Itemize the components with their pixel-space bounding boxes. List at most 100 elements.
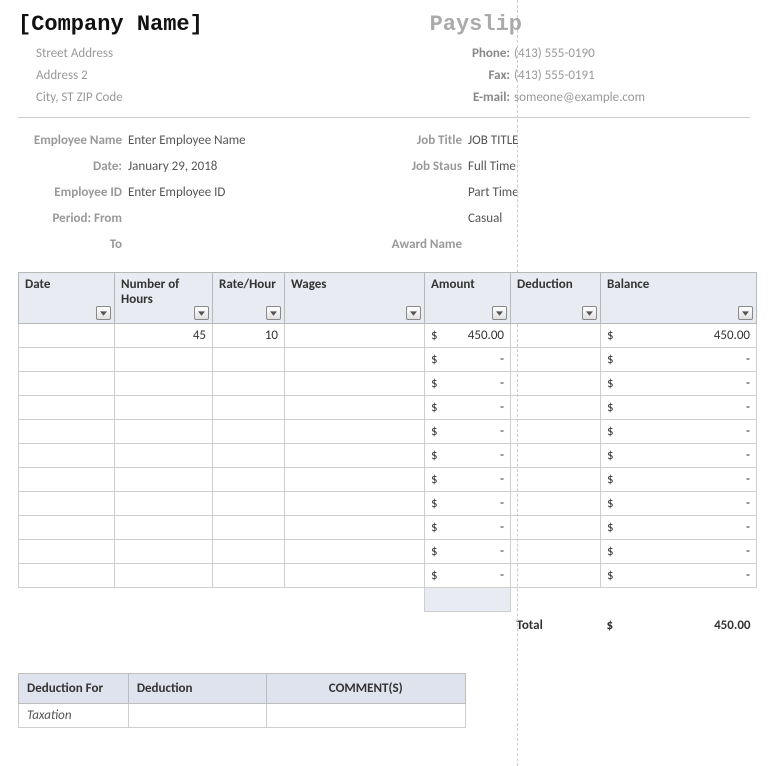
filter-icon[interactable]	[738, 306, 753, 320]
table-cell[interactable]: $-	[425, 516, 511, 540]
table-cell[interactable]: $-	[425, 540, 511, 564]
table-cell[interactable]	[285, 564, 425, 588]
table-cell[interactable]	[511, 516, 601, 540]
employee-section: Employee Name Enter Employee Name Job Ti…	[18, 128, 750, 258]
table-cell[interactable]: 45	[115, 324, 213, 348]
filter-icon[interactable]	[492, 306, 507, 320]
table-cell[interactable]	[115, 516, 213, 540]
table-cell[interactable]	[511, 492, 601, 516]
col-date[interactable]: Date	[19, 273, 115, 324]
table-cell[interactable]	[511, 348, 601, 372]
table-cell[interactable]	[19, 420, 115, 444]
table-cell[interactable]: $-	[425, 396, 511, 420]
table-row: $- $-	[19, 468, 757, 492]
table-cell[interactable]	[213, 396, 285, 420]
filter-icon[interactable]	[406, 306, 421, 320]
table-cell[interactable]: $-	[601, 348, 757, 372]
table-cell[interactable]: $-	[425, 492, 511, 516]
table-cell[interactable]: $-	[425, 348, 511, 372]
table-cell[interactable]	[511, 324, 601, 348]
table-cell[interactable]	[19, 540, 115, 564]
col-rate[interactable]: Rate/Hour	[213, 273, 285, 324]
table-cell[interactable]	[115, 420, 213, 444]
table-cell[interactable]	[115, 372, 213, 396]
table-cell[interactable]	[213, 420, 285, 444]
table-cell[interactable]	[285, 444, 425, 468]
table-cell[interactable]	[285, 348, 425, 372]
table-cell[interactable]: $-	[425, 420, 511, 444]
table-cell[interactable]: $-	[601, 420, 757, 444]
table-cell[interactable]	[285, 396, 425, 420]
table-cell[interactable]	[213, 492, 285, 516]
ded-row-comment	[266, 703, 466, 727]
email-label: E-mail:	[388, 87, 514, 109]
table-cell[interactable]	[285, 492, 425, 516]
table-cell[interactable]: $-	[601, 396, 757, 420]
table-cell[interactable]	[115, 540, 213, 564]
table-cell[interactable]	[213, 372, 285, 396]
table-cell[interactable]	[19, 492, 115, 516]
table-cell[interactable]: $450.00	[601, 324, 757, 348]
table-cell[interactable]: $-	[601, 540, 757, 564]
table-cell[interactable]	[511, 396, 601, 420]
table-cell[interactable]	[511, 468, 601, 492]
table-cell[interactable]: $-	[601, 492, 757, 516]
table-cell[interactable]	[213, 540, 285, 564]
table-cell[interactable]: $-	[425, 372, 511, 396]
table-cell[interactable]	[213, 444, 285, 468]
table-cell[interactable]	[285, 324, 425, 348]
col-wages[interactable]: Wages	[285, 273, 425, 324]
table-cell[interactable]: $-	[425, 564, 511, 588]
table-cell[interactable]	[511, 540, 601, 564]
ded-col-for: Deduction For	[19, 673, 129, 703]
table-cell[interactable]: $450.00	[425, 324, 511, 348]
table-cell[interactable]	[115, 492, 213, 516]
table-cell[interactable]	[285, 540, 425, 564]
col-balance[interactable]: Balance	[601, 273, 757, 324]
table-cell[interactable]	[285, 516, 425, 540]
status-fulltime: Full Time	[468, 154, 516, 180]
table-cell[interactable]	[115, 348, 213, 372]
table-cell[interactable]	[115, 564, 213, 588]
filter-icon[interactable]	[194, 306, 209, 320]
table-cell[interactable]	[511, 564, 601, 588]
table-cell[interactable]: $-	[425, 444, 511, 468]
table-cell[interactable]	[19, 516, 115, 540]
col-hours[interactable]: Number of Hours	[115, 273, 213, 324]
table-cell[interactable]: $-	[601, 516, 757, 540]
table-cell[interactable]	[115, 468, 213, 492]
table-cell[interactable]	[19, 564, 115, 588]
table-cell[interactable]	[285, 468, 425, 492]
table-cell[interactable]	[19, 396, 115, 420]
table-cell[interactable]	[511, 444, 601, 468]
table-cell[interactable]	[19, 372, 115, 396]
table-cell[interactable]: $-	[601, 564, 757, 588]
table-cell[interactable]: 10	[213, 324, 285, 348]
table-row: $- $-	[19, 492, 757, 516]
table-cell[interactable]: $-	[601, 468, 757, 492]
col-deduction[interactable]: Deduction	[511, 273, 601, 324]
table-cell[interactable]	[19, 444, 115, 468]
table-cell[interactable]	[115, 444, 213, 468]
table-cell[interactable]: $-	[425, 468, 511, 492]
table-cell[interactable]	[285, 420, 425, 444]
table-cell[interactable]	[19, 468, 115, 492]
table-cell[interactable]	[511, 420, 601, 444]
table-row: $- $-	[19, 444, 757, 468]
table-cell[interactable]: $-	[601, 372, 757, 396]
col-balance-label: Balance	[607, 277, 649, 292]
col-amount[interactable]: Amount	[425, 273, 511, 324]
filter-icon[interactable]	[96, 306, 111, 320]
filter-icon[interactable]	[266, 306, 281, 320]
table-cell[interactable]	[285, 372, 425, 396]
table-cell[interactable]	[19, 324, 115, 348]
table-cell[interactable]: $-	[601, 444, 757, 468]
filter-icon[interactable]	[582, 306, 597, 320]
table-cell[interactable]	[511, 372, 601, 396]
table-cell[interactable]	[213, 468, 285, 492]
table-cell[interactable]	[213, 348, 285, 372]
table-cell[interactable]	[213, 516, 285, 540]
table-cell[interactable]	[213, 564, 285, 588]
table-cell[interactable]	[115, 396, 213, 420]
table-cell[interactable]	[19, 348, 115, 372]
